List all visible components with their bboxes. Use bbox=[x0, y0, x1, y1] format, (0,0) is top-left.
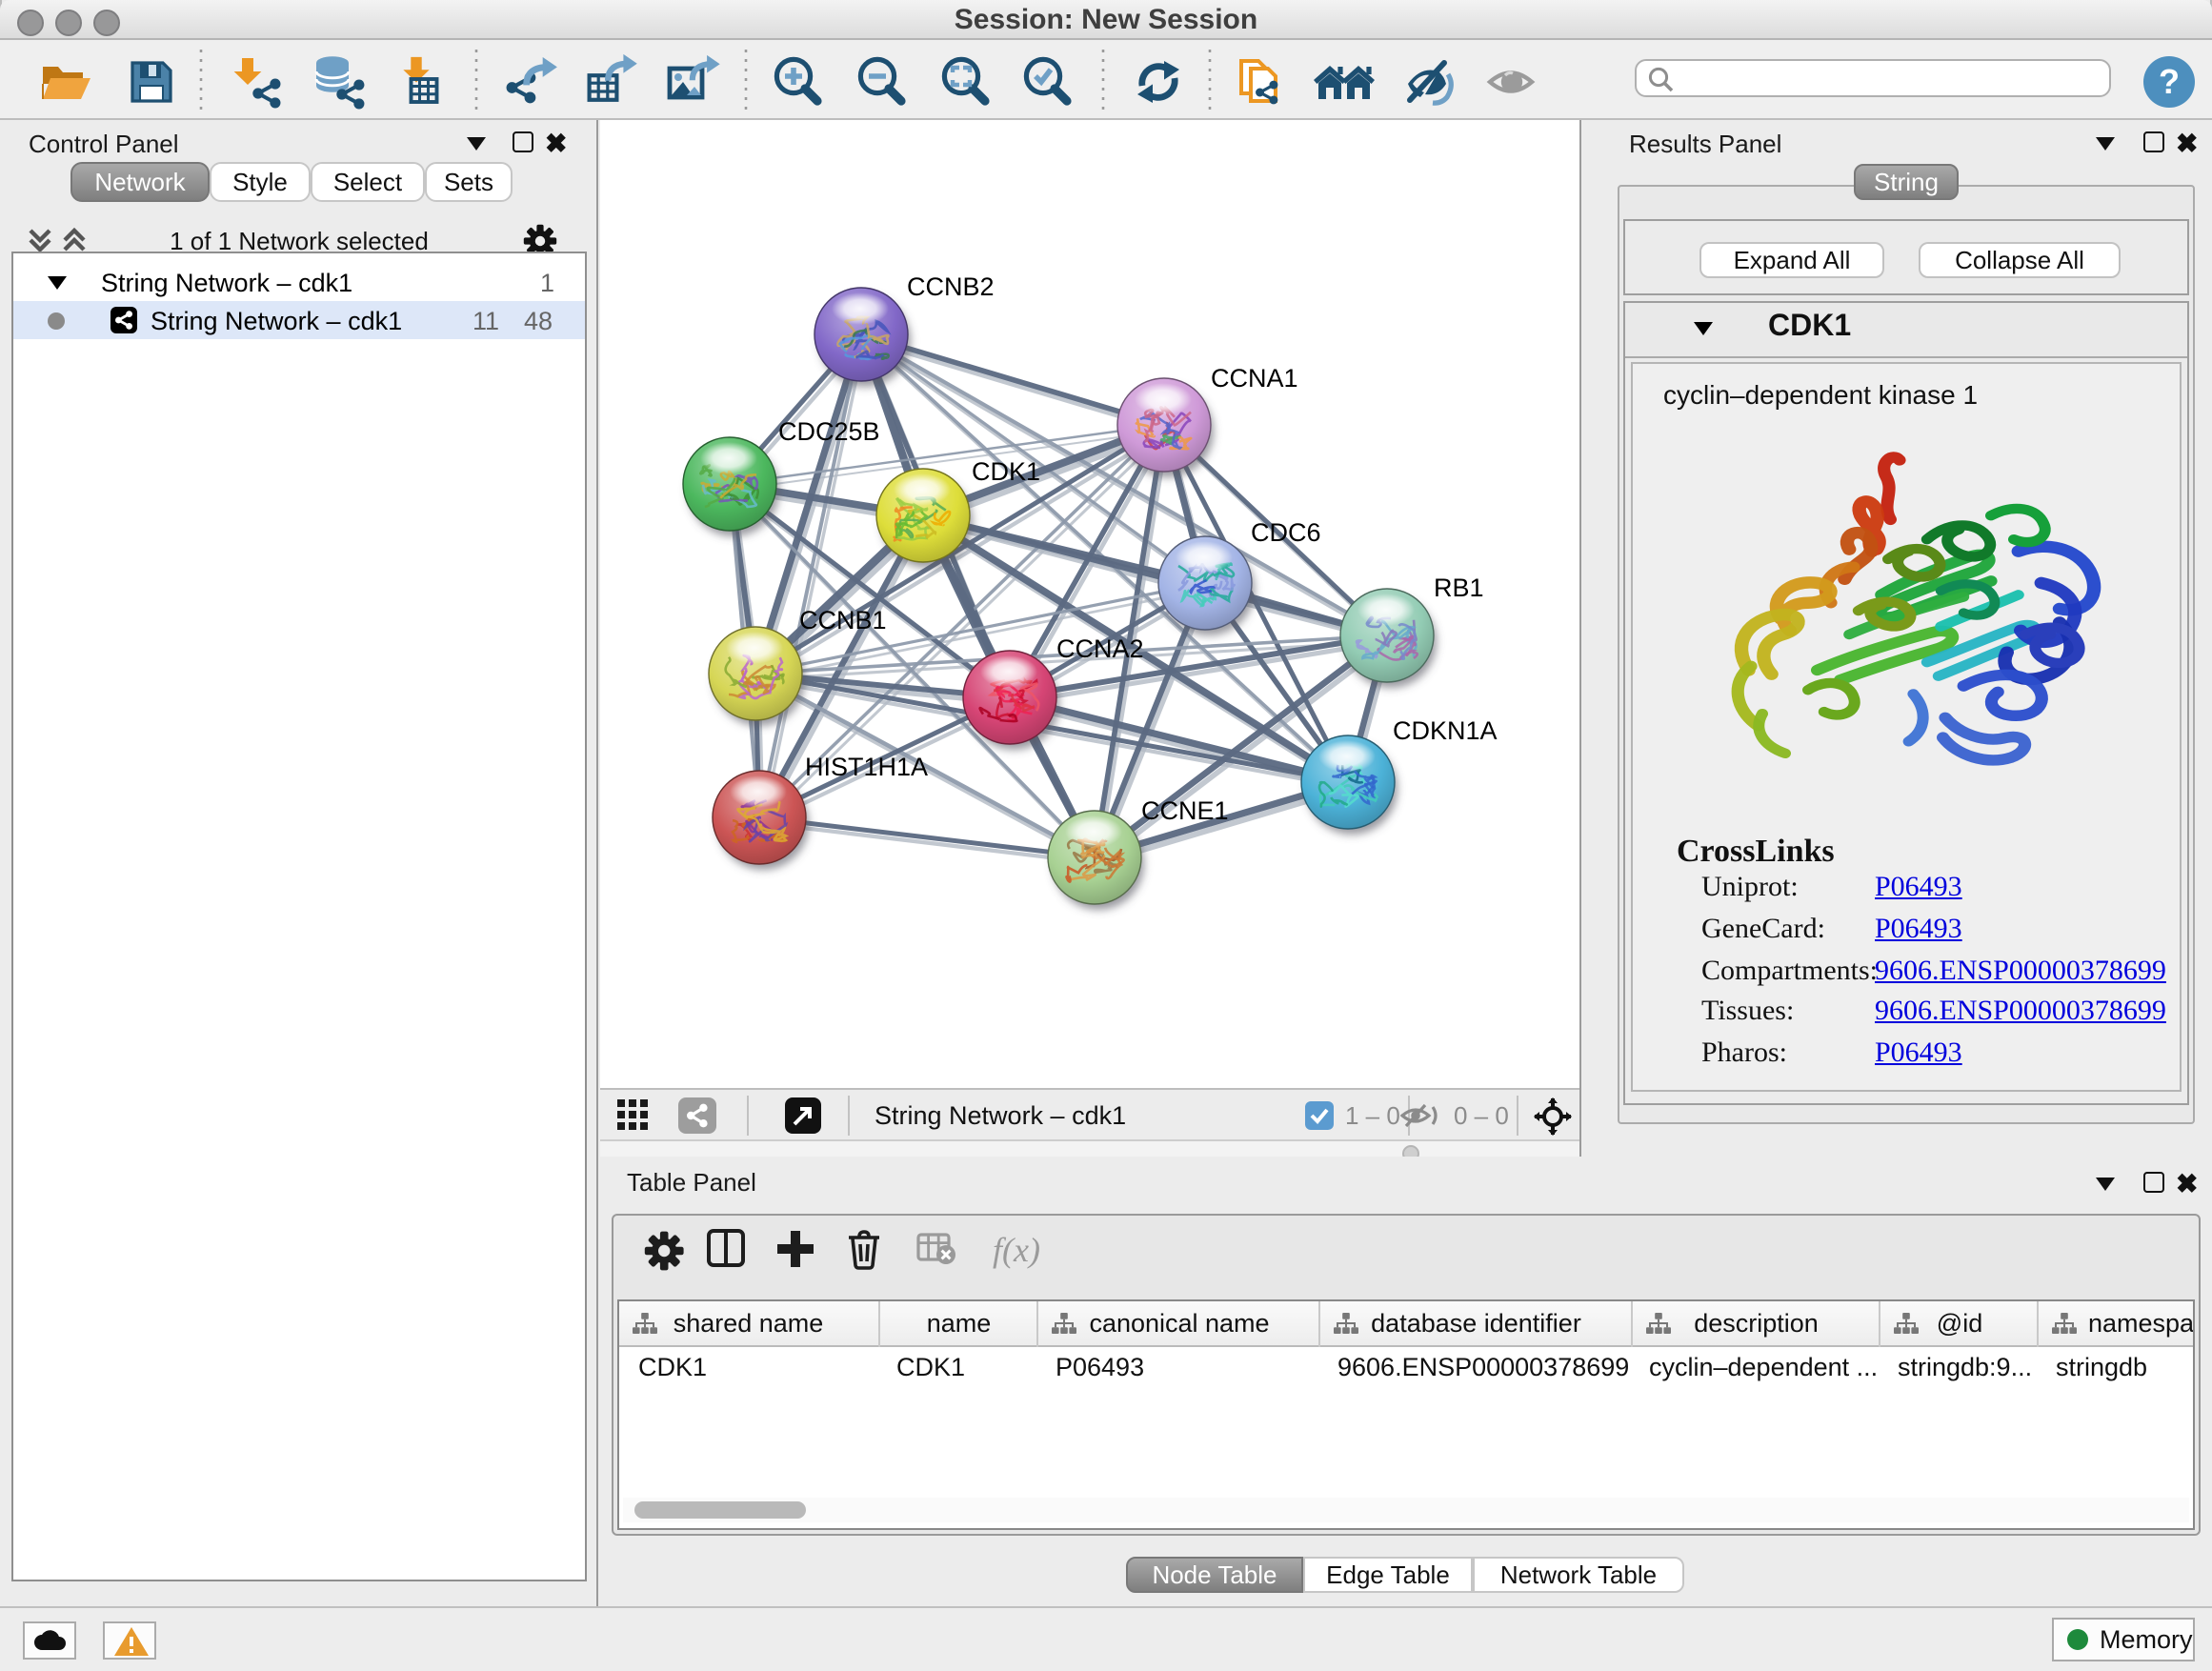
svg-text:CDC25B: CDC25B bbox=[778, 417, 880, 446]
svg-text:CCNA1: CCNA1 bbox=[1211, 364, 1298, 393]
svg-text:CCNB2: CCNB2 bbox=[907, 272, 995, 301]
svg-text:HIST1H1A: HIST1H1A bbox=[805, 753, 928, 781]
svg-text:CDKN1A: CDKN1A bbox=[1393, 716, 1498, 745]
svg-text:CCNB1: CCNB1 bbox=[799, 606, 887, 634]
svg-text:?: ? bbox=[2159, 62, 2180, 101]
svg-text:CDK1: CDK1 bbox=[972, 457, 1040, 486]
svg-text:CCNE1: CCNE1 bbox=[1141, 796, 1229, 825]
svg-text:CDC6: CDC6 bbox=[1251, 518, 1321, 547]
svg-text:RB1: RB1 bbox=[1434, 574, 1484, 602]
svg-text:f(x): f(x) bbox=[993, 1231, 1040, 1269]
svg-text:CCNA2: CCNA2 bbox=[1056, 634, 1144, 663]
